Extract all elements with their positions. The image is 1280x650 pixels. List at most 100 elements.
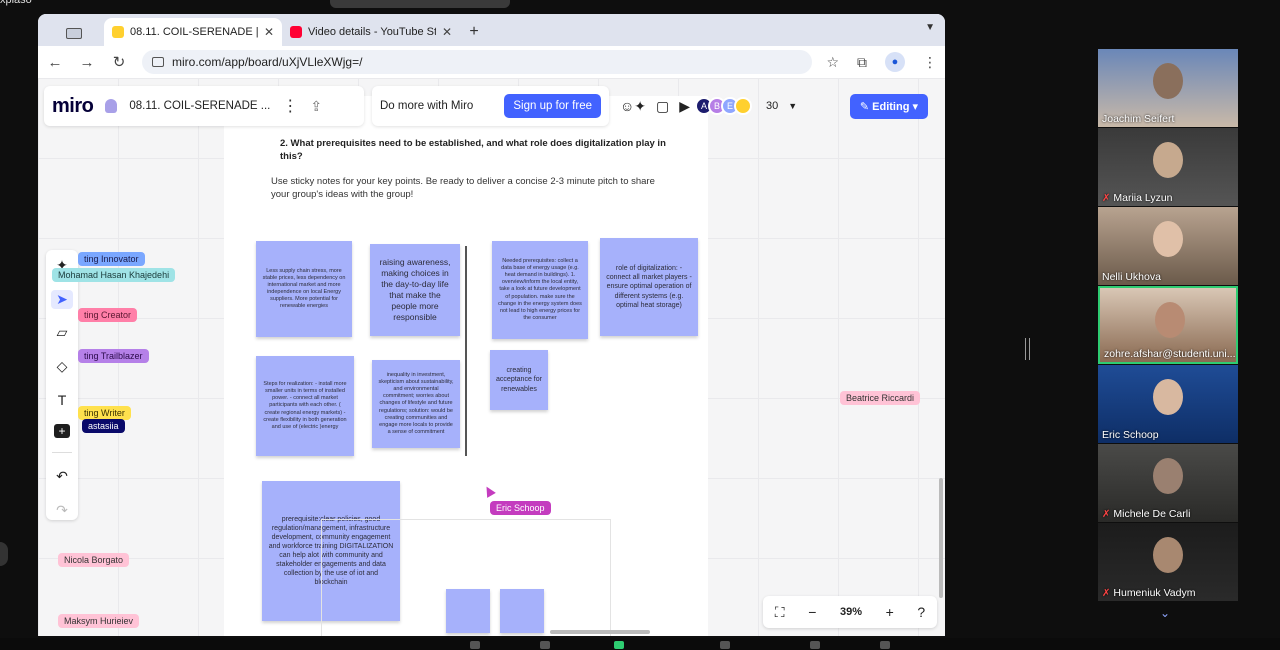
board-name[interactable]: 08.11. COIL-SERENADE ...	[129, 100, 270, 112]
cursor-label: astasiia	[82, 419, 125, 433]
participant-name: Eric Schoop	[1102, 429, 1159, 441]
editing-button[interactable]: ✎ Editing ▾	[849, 93, 928, 119]
chevron-down-icon[interactable]: ▼	[925, 22, 935, 33]
miro-logo[interactable]: miro	[52, 95, 94, 118]
cursor-label: ting Trailblazer	[78, 349, 149, 363]
sticky-note[interactable]: raising awareness, making choices in the…	[370, 244, 460, 336]
toolbar-divider	[52, 452, 72, 453]
mic-off-icon: ✗	[1102, 508, 1111, 520]
zoom-out-button[interactable]: −	[808, 604, 816, 620]
participant-tile[interactable]: Joachim Seifert	[1098, 49, 1238, 127]
profile-icon[interactable]: ●	[885, 52, 905, 72]
participant-name: zohre.afshar@studenti.uni...	[1104, 348, 1236, 360]
taskbar	[0, 638, 1280, 650]
tab-search-button[interactable]	[44, 20, 104, 46]
miro-collab-bar: ☺✦ ▢ ▶ A B E 30 ▼ ✎ Editing ▾	[614, 86, 934, 126]
help-icon[interactable]: ?	[917, 604, 925, 620]
extensions-icon[interactable]: ⧉	[857, 54, 867, 71]
participant-tile[interactable]: Nelli Ukhova	[1098, 207, 1238, 285]
browser-actions: ☆ ⧉ ● ⋮	[826, 52, 937, 72]
participants-panel: Joachim Seifert ✗ Mariia Lyzun Nelli Ukho…	[1098, 49, 1238, 602]
participant-name: ✗ Mariia Lyzun	[1102, 192, 1173, 204]
close-icon[interactable]: ✕	[264, 25, 274, 39]
sticky-note[interactable]: Needed prerequisites: collect a data bas…	[492, 241, 588, 339]
forward-icon[interactable]: →	[78, 54, 96, 71]
side-handle[interactable]	[0, 542, 8, 566]
miro-board-bar: miro 08.11. COIL-SERENADE ... ⋮ ⇪	[44, 86, 364, 126]
reactions-icon[interactable]: ☺✦	[620, 98, 646, 115]
comment-icon[interactable]: ▢	[656, 98, 669, 115]
back-icon[interactable]: ←	[46, 54, 64, 71]
site-info-icon[interactable]	[152, 57, 164, 67]
sticky-note[interactable]: Steps for realization: - install more sm…	[256, 356, 354, 456]
taskbar-icon[interactable]	[720, 641, 730, 649]
new-tab-button[interactable]: +	[460, 18, 488, 46]
collaborator-count[interactable]: 30	[766, 100, 778, 112]
address-bar[interactable]: miro.com/app/board/uXjVLleXWjg=/	[142, 50, 813, 74]
miro-cta-bar: Do more with Miro Sign up for free	[372, 86, 609, 126]
collaborator-avatars[interactable]: A B E	[695, 97, 753, 115]
close-icon[interactable]: ✕	[442, 25, 452, 39]
participant-name: Joachim Seifert	[1102, 113, 1175, 125]
panel-resize-handle[interactable]	[1025, 338, 1030, 360]
url-text: miro.com/app/board/uXjVLleXWjg=/	[172, 55, 363, 69]
participant-name: Nelli Ukhova	[1102, 271, 1161, 283]
taskbar-icon[interactable]	[540, 641, 550, 649]
taskbar-icon[interactable]	[470, 641, 480, 649]
video-icon[interactable]: ▶	[679, 98, 690, 115]
taskbar-icon[interactable]	[614, 641, 624, 649]
tab-overview-icon	[66, 27, 82, 39]
sign-up-button[interactable]: Sign up for free	[504, 94, 601, 118]
sticky-note[interactable]: inequality in investment, skepticism abo…	[372, 360, 460, 448]
top-pill	[330, 0, 510, 8]
question-text: 2. What prerequisites need to be establi…	[280, 138, 666, 162]
board-frame[interactable]: 2. What prerequisites need to be establi…	[224, 96, 708, 636]
more-icon[interactable]: ⋮	[282, 96, 298, 116]
participant-tile[interactable]: ✗ Humeniuk Vadym	[1098, 523, 1238, 601]
undo-icon[interactable]: ↶	[51, 467, 73, 487]
cursor-label: ting Innovator	[78, 252, 145, 266]
tab-miro[interactable]: 08.11. COIL-SERENADE | Gen ✕	[104, 18, 282, 46]
youtube-icon	[290, 26, 302, 38]
redo-icon[interactable]: ↷	[51, 500, 73, 520]
navigation-bar: ← → ↻ miro.com/app/board/uXjVLleXWjg=/ ☆…	[38, 46, 945, 78]
text-tool-icon[interactable]: T	[51, 390, 73, 410]
instructions-text: Use sticky notes for your key points. Be…	[271, 176, 655, 200]
avatar[interactable]	[734, 97, 753, 115]
sticky-note[interactable]	[500, 589, 544, 633]
participant-tile[interactable]: Eric Schoop	[1098, 365, 1238, 443]
sticky-note[interactable]: role of digitalization: - connect all ma…	[600, 238, 698, 336]
browser-window: 08.11. COIL-SERENADE | Gen ✕ Video detai…	[38, 14, 945, 636]
zoom-level[interactable]: 39%	[840, 606, 862, 618]
menu-icon[interactable]: ⋮	[923, 54, 937, 71]
cursor-label: Mohamad Hasan Khajedehi	[52, 268, 176, 282]
sticky-note[interactable]	[446, 589, 490, 633]
participant-tile[interactable]: ✗ Michele De Carli	[1098, 444, 1238, 522]
sticky-note-icon[interactable]: ▱	[51, 323, 73, 343]
mic-off-icon: ✗	[1102, 587, 1111, 599]
participant-tile-active[interactable]: zohre.afshar@studenti.uni...	[1098, 286, 1238, 364]
sticky-note[interactable]: creating acceptance for renewables	[490, 350, 548, 410]
cursor-arrow-icon	[482, 484, 496, 498]
tab-youtube[interactable]: Video details - YouTube Stud ✕	[282, 18, 460, 46]
taskbar-icon[interactable]	[810, 641, 820, 649]
sticky-note[interactable]: Less supply chain stress, more stable pr…	[256, 241, 352, 337]
video-feed	[1153, 537, 1183, 573]
select-tool-icon[interactable]: ➤	[51, 289, 73, 310]
vertical-scrollbar[interactable]	[939, 478, 943, 598]
video-feed	[1153, 142, 1183, 178]
chevron-down-icon[interactable]: ▼	[788, 101, 797, 111]
zoom-in-button[interactable]: +	[886, 604, 894, 620]
star-icon[interactable]: ☆	[826, 54, 839, 71]
miro-canvas[interactable]: 2. What prerequisites need to be establi…	[38, 78, 945, 636]
taskbar-icon[interactable]	[880, 641, 890, 649]
add-icon[interactable]: +	[54, 423, 70, 439]
participant-tile[interactable]: ✗ Mariia Lyzun	[1098, 128, 1238, 206]
fit-frame-icon[interactable]: ⛶	[775, 604, 785, 621]
chevron-down-icon[interactable]: ⌄	[1160, 606, 1170, 620]
export-icon[interactable]: ⇪	[310, 98, 322, 115]
cursor-label: ting Writer	[78, 406, 131, 420]
horizontal-scrollbar[interactable]	[550, 630, 650, 634]
shapes-icon[interactable]: ◇	[51, 357, 73, 377]
reload-icon[interactable]: ↻	[110, 53, 128, 71]
